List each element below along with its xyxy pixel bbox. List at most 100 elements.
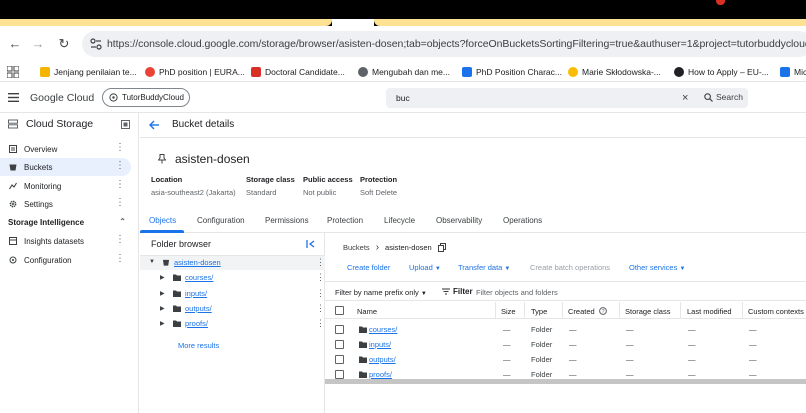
- bookmark-item[interactable]: PhD Position Charac...: [462, 65, 562, 79]
- other-services-button[interactable]: Other services ▼: [629, 263, 685, 272]
- breadcrumb-buckets[interactable]: Buckets: [343, 243, 370, 252]
- object-name-link[interactable]: outputs/: [369, 355, 396, 364]
- sidebar-item-monitoring[interactable]: Monitoring ⋮: [0, 177, 131, 195]
- more-vert-icon[interactable]: ⋮: [316, 257, 325, 268]
- column-last-modified[interactable]: Last modified: [687, 307, 732, 316]
- column-storage-class[interactable]: Storage class: [625, 307, 670, 316]
- folder-tree-label[interactable]: asisten-dosen: [174, 258, 221, 267]
- forward-icon[interactable]: →: [29, 35, 47, 53]
- column-size[interactable]: Size: [501, 307, 516, 316]
- object-name-link[interactable]: courses/: [369, 325, 397, 334]
- more-results-link[interactable]: More results: [178, 341, 219, 350]
- transfer-data-button[interactable]: Transfer data ▼: [458, 263, 510, 272]
- caret-down-icon[interactable]: ▼: [149, 259, 155, 265]
- row-checkbox[interactable]: [335, 355, 344, 364]
- tab-objects[interactable]: Objects: [149, 216, 176, 225]
- column-custom-contexts[interactable]: Custom contexts: [748, 307, 804, 316]
- folder-tree-item[interactable]: ▶ inputs/ ⋮: [140, 287, 325, 301]
- object-name-link[interactable]: proofs/: [369, 370, 392, 379]
- folder-tree-label[interactable]: courses/: [185, 273, 213, 282]
- bookmark-item[interactable]: PhD position | EURA...: [145, 65, 245, 79]
- pin-icon[interactable]: [158, 154, 166, 164]
- caret-right-icon[interactable]: ▶: [160, 305, 165, 312]
- row-checkbox[interactable]: [335, 340, 344, 349]
- object-name-link[interactable]: inputs/: [369, 340, 391, 349]
- url-text[interactable]: https://console.cloud.google.com/storage…: [107, 38, 806, 50]
- apps-grid-icon[interactable]: [7, 66, 19, 78]
- column-created[interactable]: Created ?: [568, 307, 607, 316]
- tab-operations[interactable]: Operations: [503, 216, 542, 225]
- more-vert-icon[interactable]: ⋮: [115, 253, 125, 264]
- reload-icon[interactable]: ↻: [55, 35, 73, 53]
- more-vert-icon[interactable]: ⋮: [316, 272, 325, 283]
- more-vert-icon[interactable]: ⋮: [115, 179, 125, 190]
- table-row[interactable]: outputs/ — Folder — — — —: [325, 352, 806, 367]
- hamburger-menu-icon[interactable]: [8, 93, 19, 102]
- filter-prefix-dropdown[interactable]: Filter by name prefix only ▼: [335, 288, 427, 297]
- column-type[interactable]: Type: [531, 307, 547, 316]
- tab-protection[interactable]: Protection: [327, 216, 363, 225]
- caret-right-icon[interactable]: ▶: [160, 320, 165, 327]
- create-batch-operations-button[interactable]: Create batch operations: [530, 263, 610, 272]
- bookmark-item[interactable]: Marie Skłodowska-...: [568, 65, 661, 79]
- row-checkbox[interactable]: [335, 370, 344, 379]
- sidebar-item-buckets[interactable]: Buckets ⋮: [0, 158, 131, 176]
- more-vert-icon[interactable]: ⋮: [115, 160, 125, 171]
- filter-input[interactable]: Filter objects and folders: [476, 288, 558, 297]
- collapse-nav-icon[interactable]: [121, 120, 130, 129]
- folder-tree-item[interactable]: ▶ outputs/ ⋮: [140, 302, 325, 316]
- table-row[interactable]: inputs/ — Folder — — — —: [325, 337, 806, 352]
- folder-tree-root[interactable]: ▼ asisten-dosen ⋮: [140, 256, 325, 270]
- more-vert-icon[interactable]: ⋮: [115, 197, 125, 208]
- sidebar-item-configuration[interactable]: Configuration ⋮: [0, 251, 131, 269]
- more-vert-icon[interactable]: ⋮: [115, 234, 125, 245]
- folder-tree-item[interactable]: ▶ proofs/ ⋮: [140, 317, 325, 331]
- close-icon[interactable]: ×: [682, 91, 688, 105]
- tab-permissions[interactable]: Permissions: [265, 216, 309, 225]
- caret-right-icon[interactable]: ▶: [160, 274, 165, 281]
- sidebar-item-settings[interactable]: Settings ⋮: [0, 195, 131, 213]
- search-button[interactable]: Search: [704, 92, 743, 102]
- copy-icon[interactable]: [437, 243, 446, 252]
- folder-tree-item[interactable]: ▶ courses/ ⋮: [140, 271, 325, 285]
- sidebar-item-overview[interactable]: Overview ⋮: [0, 140, 131, 158]
- help-icon[interactable]: ?: [598, 307, 607, 315]
- create-folder-button[interactable]: Create folder: [347, 263, 390, 272]
- more-vert-icon[interactable]: ⋮: [115, 142, 125, 153]
- browser-tab-active[interactable]: [332, 19, 374, 26]
- filter-icon[interactable]: [442, 288, 450, 295]
- tab-observability[interactable]: Observability: [436, 216, 482, 225]
- more-vert-icon[interactable]: ⋮: [316, 303, 325, 314]
- folder-tree-label[interactable]: inputs/: [185, 289, 207, 298]
- row-checkbox[interactable]: [335, 325, 344, 334]
- tab-lifecycle[interactable]: Lifecycle: [384, 216, 415, 225]
- back-arrow-icon[interactable]: [148, 119, 160, 131]
- more-vert-icon[interactable]: ⋮: [316, 318, 325, 329]
- address-bar[interactable]: https://console.cloud.google.com/storage…: [82, 31, 806, 57]
- column-name[interactable]: Name: [357, 307, 377, 316]
- project-picker-button[interactable]: TutorBuddyCloud: [102, 88, 190, 107]
- bookmark-item[interactable]: Doctoral Candidate...: [251, 65, 345, 79]
- search-input[interactable]: buc × Search: [386, 88, 748, 108]
- horizontal-scrollbar[interactable]: [325, 379, 806, 384]
- upload-button[interactable]: Upload ▼: [409, 263, 441, 272]
- back-icon[interactable]: ←: [6, 35, 24, 53]
- browser-tab[interactable]: [374, 19, 806, 26]
- tab-configuration[interactable]: Configuration: [197, 216, 245, 225]
- bookmark-item[interactable]: Jenjang penilaian te...: [40, 65, 137, 79]
- bookmark-item[interactable]: Mengubah dan me...: [358, 65, 450, 79]
- google-cloud-logo[interactable]: Google Cloud: [30, 92, 94, 104]
- caret-right-icon[interactable]: ▶: [160, 290, 165, 297]
- folder-tree-label[interactable]: proofs/: [185, 319, 208, 328]
- site-info-icon[interactable]: [89, 37, 103, 51]
- browser-tab[interactable]: [0, 19, 332, 26]
- folder-tree-label[interactable]: outputs/: [185, 304, 212, 313]
- chevron-up-icon[interactable]: ⌃: [119, 217, 126, 226]
- more-vert-icon[interactable]: ⋮: [316, 288, 325, 299]
- bookmark-item[interactable]: How to Apply – EU-...: [674, 65, 769, 79]
- bookmark-item[interactable]: Mic: [780, 65, 806, 79]
- search-query[interactable]: buc: [396, 93, 410, 103]
- table-row[interactable]: courses/ — Folder — — — —: [325, 322, 806, 337]
- sidebar-item-insights-datasets[interactable]: Insights datasets ⋮: [0, 232, 131, 250]
- collapse-panel-icon[interactable]: [306, 239, 316, 249]
